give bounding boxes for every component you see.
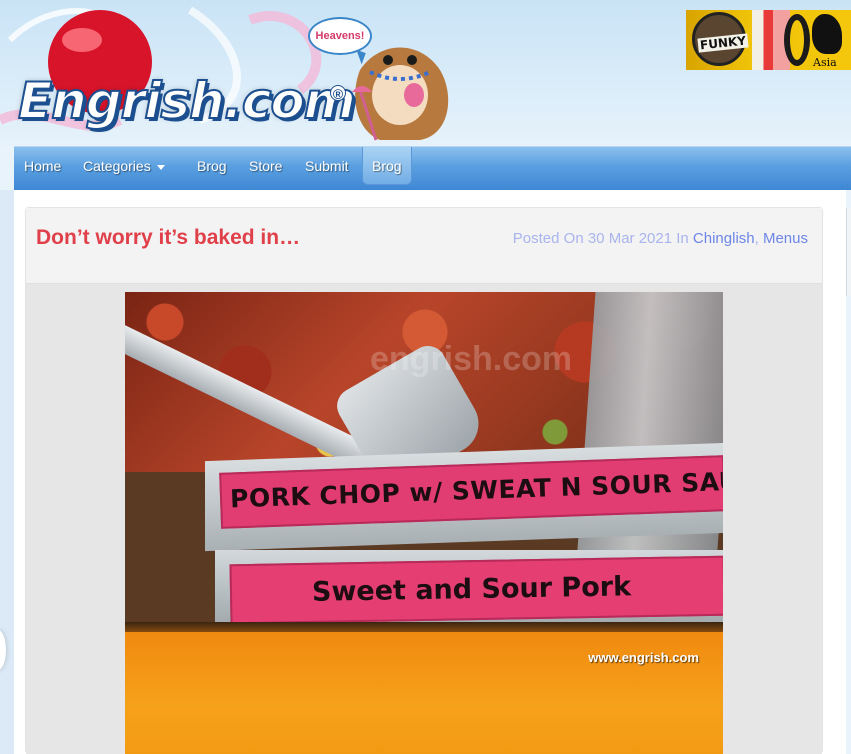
post-meta: Posted On 30 Mar 2021 In Chinglish, Menu… <box>513 230 808 247</box>
nav-home[interactable]: Home <box>24 147 61 185</box>
photo-watermark: engrish.com <box>370 340 573 378</box>
photo-watermark-url: www.engrish.com <box>588 650 699 665</box>
category-link-menus[interactable]: Menus <box>763 230 808 247</box>
sign-top-text: PORK CHOP w/ SWEAT N SOUR SAU <box>229 466 723 514</box>
category-separator: , <box>754 230 759 247</box>
post-header: Don’t worry it’s baked in… Posted On 30 … <box>26 208 822 284</box>
nav-home-label: Home <box>24 158 62 174</box>
sign-bottom: Sweet and Sour Pork <box>229 555 723 625</box>
ad-ring-icon <box>784 14 810 66</box>
post-body: engrish.com PORK CHOP w/ SWEAT N SOUR SA… <box>26 284 822 754</box>
africa-map-icon <box>812 14 842 54</box>
nav-categories-label: Categories <box>83 158 151 174</box>
nav-store-label: Store <box>249 158 283 174</box>
nav-brog-active-label: Brog <box>372 158 402 174</box>
post-title[interactable]: Don’t worry it’s baked in… <box>36 226 300 250</box>
ad-asia-text: Asia <box>813 56 837 69</box>
registered-mark: ® <box>330 85 346 102</box>
sidebar-edge <box>846 208 851 296</box>
post: Don’t worry it’s baked in… Posted On 30 … <box>25 207 823 754</box>
nav-brog[interactable]: Brog <box>197 147 227 185</box>
caret-down-icon <box>156 164 165 170</box>
tray-rim <box>574 292 723 592</box>
post-photo[interactable]: engrish.com PORK CHOP w/ SWEAT N SOUR SA… <box>125 292 723 754</box>
site-logo[interactable]: Engrish.com <box>17 71 357 131</box>
nav-categories[interactable]: Categories <box>83 147 165 185</box>
nav-store[interactable]: Store <box>249 147 282 185</box>
main-nav: Home Categories Brog Store Submit Brog <box>14 146 851 190</box>
sign-bottom-text: Sweet and Sour Pork <box>311 571 632 608</box>
nav-brog-active[interactable]: Brog <box>362 147 412 185</box>
left-margin <box>0 190 14 754</box>
nav-submit[interactable]: Submit <box>305 147 349 185</box>
post-meta-prefix: Posted On 30 Mar 2021 In <box>512 230 689 247</box>
site-header: Engrish.com ® Heavens! FUNKY Asia <box>0 0 851 145</box>
speech-bubble: Heavens! <box>308 17 372 55</box>
category-link-chinglish[interactable]: Chinglish <box>693 230 755 247</box>
nav-submit-label: Submit <box>305 158 349 174</box>
nav-brog-label: Brog <box>197 158 227 174</box>
ad-banner[interactable]: FUNKY Asia <box>686 10 851 70</box>
